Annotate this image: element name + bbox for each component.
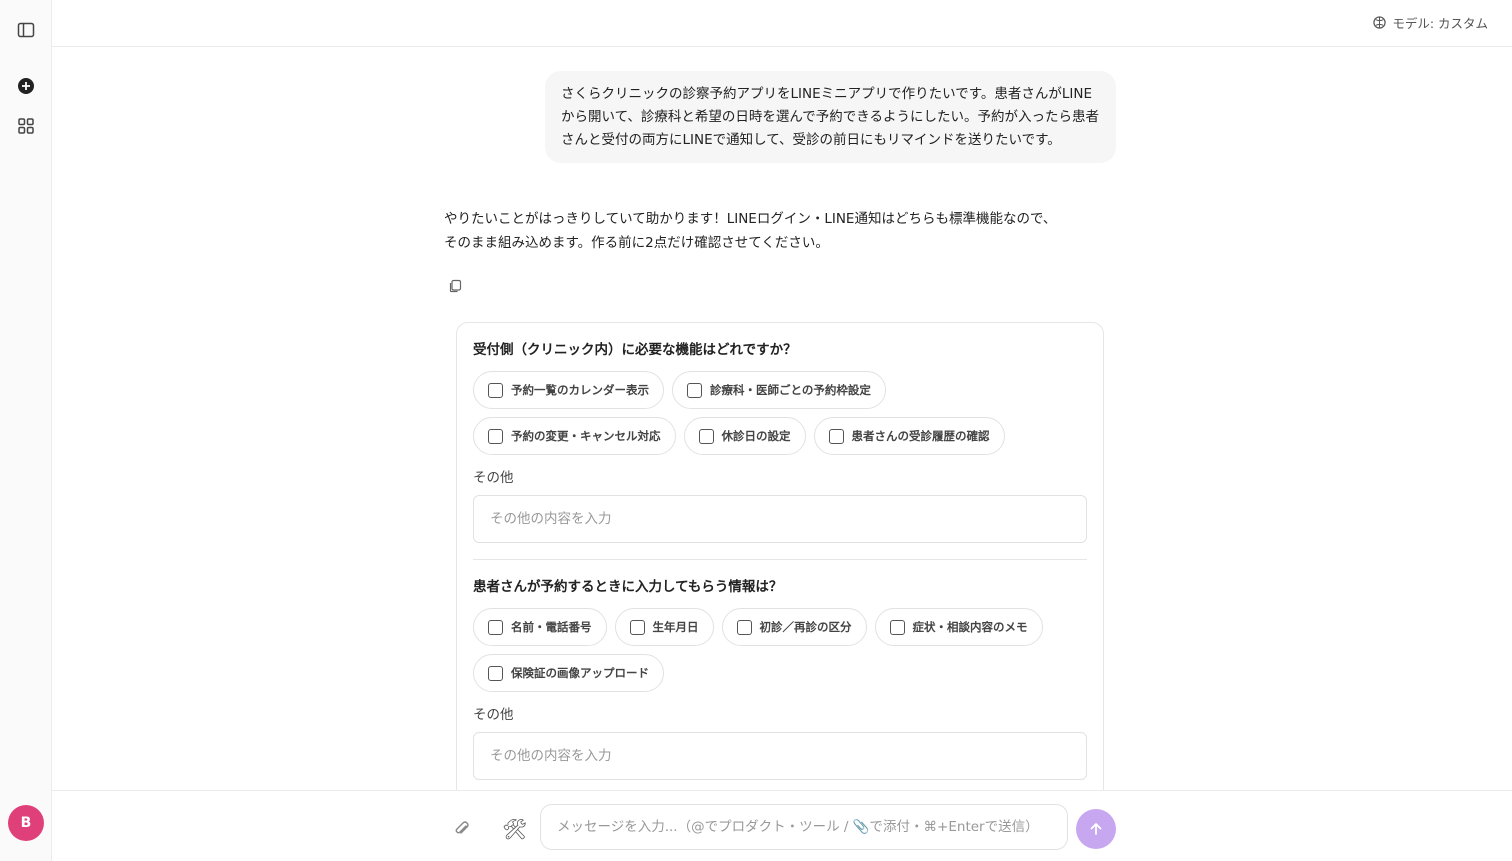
option-checkbox[interactable]: 患者さんの受診履歴の確認: [813, 417, 1005, 455]
option-checkbox[interactable]: 名前・電話番号: [473, 608, 607, 646]
option-label: 患者さんの受診履歴の確認: [851, 429, 990, 443]
toggle-sidebar-icon[interactable]: [14, 18, 38, 42]
checkbox-icon: [828, 428, 844, 444]
copy-icon[interactable]: [448, 278, 464, 294]
option-checkbox[interactable]: 初診／再診の区分: [721, 608, 867, 646]
checkbox-icon: [488, 382, 503, 398]
user-message: さくらクリニックの診察予約アプリをLINEミニアプリで作りたいです。患者さんがL…: [545, 71, 1116, 164]
sidebar: B: [0, 0, 52, 861]
other-input[interactable]: [473, 732, 1087, 780]
option-checkbox[interactable]: 診療科・医師ごとの予約枠設定: [672, 371, 886, 409]
top-bar: モデル: カスタム: [52, 0, 1512, 47]
paperclip-icon[interactable]: [452, 819, 474, 841]
option-label: 診療科・医師ごとの予約枠設定: [710, 383, 871, 397]
model-brain-icon: [1373, 16, 1386, 29]
option-label: 症状・相談内容のメモ: [912, 620, 1028, 634]
tools-icon[interactable]: 🛠: [502, 817, 527, 841]
checkbox-icon: [889, 619, 905, 635]
chat-area: さくらクリニックの診察予約アプリをLINEミニアプリで作りたいです。患者さんがL…: [52, 47, 1512, 790]
option-checkbox[interactable]: 生年月日: [614, 608, 714, 646]
checkbox-icon: [629, 619, 645, 635]
option-label: 保険証の画像アップロード: [511, 666, 649, 680]
option-checkbox[interactable]: 予約一覧のカレンダー表示: [473, 371, 664, 409]
option-label: 名前・電話番号: [511, 620, 592, 634]
other-label: その他: [473, 470, 514, 486]
option-label: 初診／再診の区分: [759, 620, 852, 634]
assistant-message: やりたいことがはっきりしていて助かります！LINEログイン・LINE通知はどちら…: [444, 211, 1057, 251]
option-checkbox[interactable]: 症状・相談内容のメモ: [874, 608, 1043, 646]
arrow-up-icon: [1090, 823, 1102, 835]
option-checkbox[interactable]: 予約の変更・キャンセル対応: [473, 417, 676, 455]
question-title: 受付側（クリニック内）に必要な機能はどれですか？: [473, 342, 797, 358]
option-list: 名前・電話番号 生年月日 初診／再診の区分 症状・相談内容のメモ 保険証の画像ア…: [473, 608, 1093, 692]
question-form: 受付側（クリニック内）に必要な機能はどれですか？ 予約一覧のカレンダー表示 診療…: [456, 322, 1104, 790]
checkbox-icon: [488, 619, 503, 635]
checkbox-icon: [488, 428, 503, 444]
option-label: 予約一覧のカレンダー表示: [511, 383, 649, 397]
other-input[interactable]: [473, 495, 1087, 543]
option-list: 予約一覧のカレンダー表示 診療科・医師ごとの予約枠設定 予約の変更・キャンセル対…: [473, 371, 1093, 455]
user-avatar[interactable]: B: [8, 805, 44, 841]
apps-grid-icon[interactable]: [14, 114, 38, 138]
model-label: モデル: カスタム: [1392, 16, 1488, 31]
option-checkbox[interactable]: 保険証の画像アップロード: [473, 654, 664, 692]
question-title: 患者さんが予約するときに入力してもらう情報は？: [473, 579, 783, 595]
checkbox-icon: [736, 619, 752, 635]
divider: [473, 559, 1087, 560]
message-input[interactable]: [540, 804, 1068, 850]
option-label: 生年月日: [652, 620, 699, 634]
checkbox-icon: [488, 665, 503, 681]
checkbox-icon: [698, 428, 714, 444]
composer-bar: 🛠: [52, 790, 1512, 861]
other-label: その他: [473, 707, 514, 723]
checkbox-icon: [687, 382, 702, 398]
new-chat-icon[interactable]: [14, 74, 38, 98]
model-selector[interactable]: モデル: カスタム: [1373, 13, 1488, 32]
option-label: 予約の変更・キャンセル対応: [511, 429, 661, 443]
send-button[interactable]: [1076, 809, 1116, 849]
option-checkbox[interactable]: 休診日の設定: [683, 417, 806, 455]
option-label: 休診日の設定: [721, 429, 791, 443]
